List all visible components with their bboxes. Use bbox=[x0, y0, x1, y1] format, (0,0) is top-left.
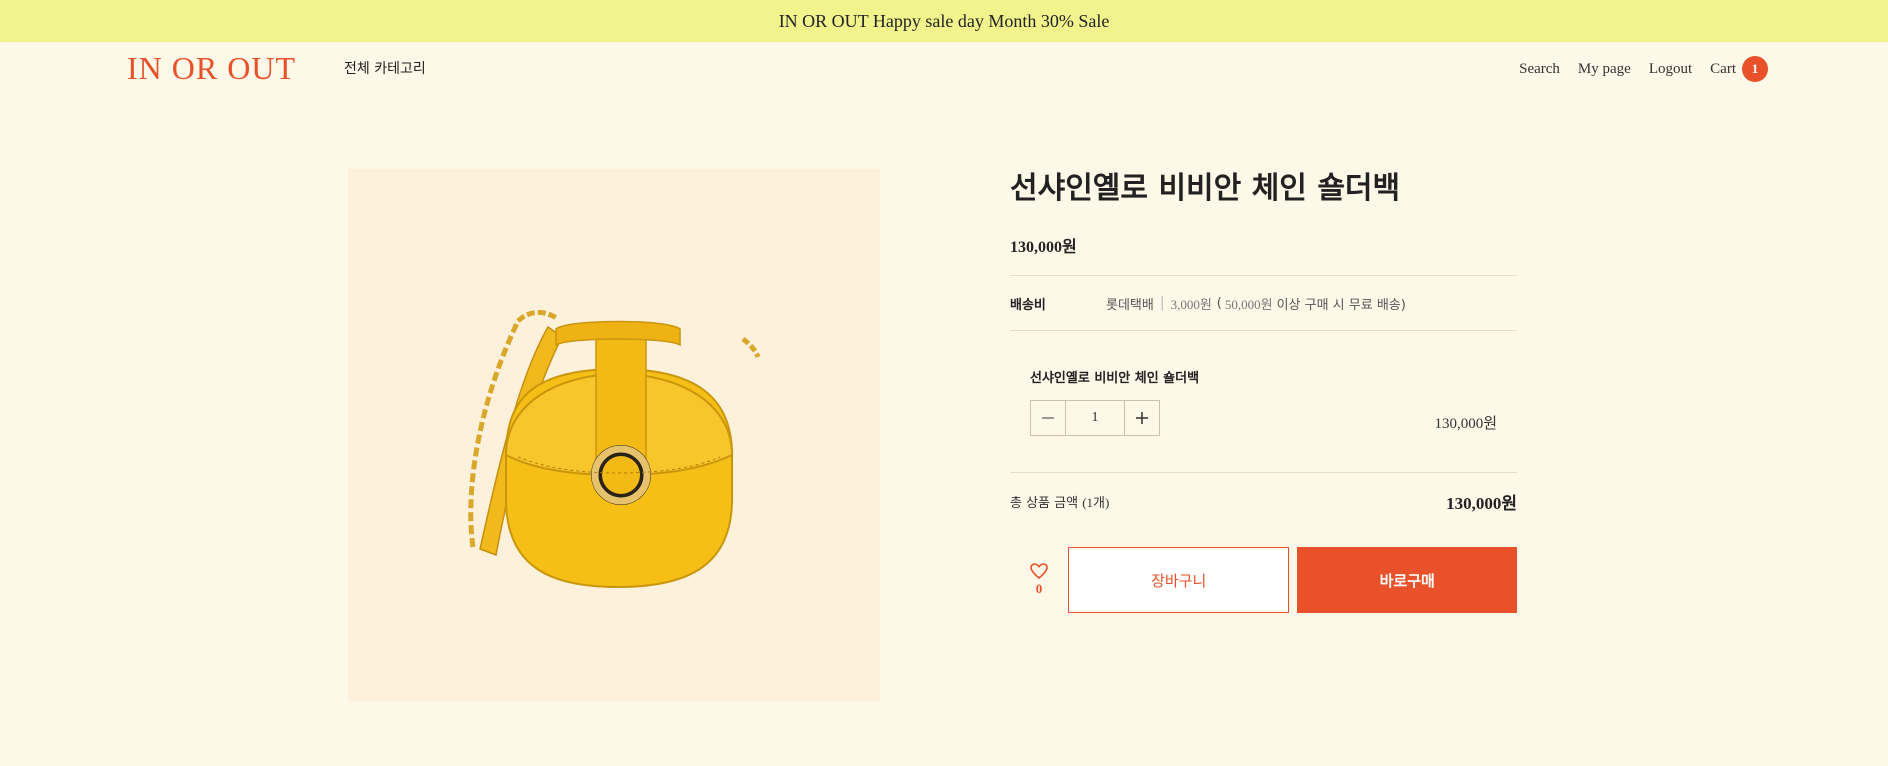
shipping-condition-open: ( bbox=[1216, 295, 1222, 311]
purchase-actions: 0 장바구니 바로구매 bbox=[1010, 547, 1518, 613]
promo-banner-text: IN OR OUT Happy sale day Month 30% Sale bbox=[778, 10, 1110, 31]
total-label: 총 상품 금액 bbox=[1010, 495, 1079, 511]
wishlist-button[interactable]: 0 bbox=[1010, 547, 1068, 613]
shipping-label: 배송비 bbox=[1010, 297, 1046, 313]
promo-banner: IN OR OUT Happy sale day Month 30% Sale bbox=[0, 0, 1888, 42]
bag-illustration bbox=[468, 310, 761, 589]
total-count: (1개) bbox=[1082, 494, 1110, 510]
quantity-input[interactable]: 1 bbox=[1065, 401, 1125, 435]
category-menu[interactable]: 전체 카테고리 bbox=[344, 58, 426, 78]
shipping-row: 배송비 롯데택배 | 3,000원 ( 50,000원 이상 구매 시 무료 배… bbox=[1010, 276, 1517, 330]
total-label-group: 총 상품 금액 (1개) bbox=[1010, 492, 1109, 511]
product-image bbox=[348, 169, 880, 701]
shipping-fee: 3,000원 bbox=[1170, 296, 1212, 312]
shipping-carrier: 롯데택배 bbox=[1106, 297, 1154, 313]
option-price: 130,000원 bbox=[1434, 416, 1497, 432]
shipping-condition: 이상 구매 시 무료 배송) bbox=[1276, 297, 1406, 313]
option-name: 선샤인옐로 비비안 체인 숄더백 bbox=[1030, 371, 1200, 386]
plus-icon bbox=[1136, 412, 1148, 424]
wishlist-count: 0 bbox=[1035, 581, 1043, 596]
nav-logout[interactable]: Logout bbox=[1649, 61, 1692, 78]
selected-option: 선샤인옐로 비비안 체인 숄더백 1 130,000원 bbox=[1010, 331, 1517, 472]
shipping-separator: | bbox=[1159, 295, 1165, 311]
quantity-stepper: 1 bbox=[1030, 400, 1160, 436]
nav-mypage[interactable]: My page bbox=[1578, 61, 1631, 78]
logo[interactable]: IN OR OUT bbox=[127, 50, 296, 87]
total-price: 130,000원 bbox=[1446, 493, 1517, 513]
shipping-threshold: 50,000원 bbox=[1224, 296, 1273, 312]
heart-icon bbox=[1030, 563, 1048, 579]
site-header: IN OR OUT 전체 카테고리 Search My page Logout … bbox=[0, 42, 1888, 102]
total-row: 총 상품 금액 (1개) 130,000원 bbox=[1010, 473, 1517, 529]
nav-cart-label: Cart bbox=[1710, 60, 1736, 77]
quantity-decrease-button[interactable] bbox=[1031, 401, 1065, 435]
top-nav: Search My page Logout Cart 1 bbox=[1519, 56, 1768, 82]
add-to-cart-button[interactable]: 장바구니 bbox=[1067, 547, 1290, 613]
product-info: 선샤인옐로 비비안 체인 숄더백 130,000원 배송비 롯데택배 | 3,0… bbox=[1010, 169, 1518, 613]
cart-count-badge: 1 bbox=[1742, 56, 1768, 82]
product-title: 선샤인옐로 비비안 체인 숄더백 bbox=[1010, 171, 1401, 206]
nav-cart[interactable]: Cart 1 bbox=[1710, 56, 1768, 82]
product-price: 130,000원 bbox=[1010, 239, 1077, 256]
quantity-increase-button[interactable] bbox=[1125, 401, 1159, 435]
buy-now-button[interactable]: 바로구매 bbox=[1297, 547, 1518, 613]
nav-search[interactable]: Search bbox=[1519, 61, 1560, 78]
minus-icon bbox=[1042, 417, 1054, 419]
